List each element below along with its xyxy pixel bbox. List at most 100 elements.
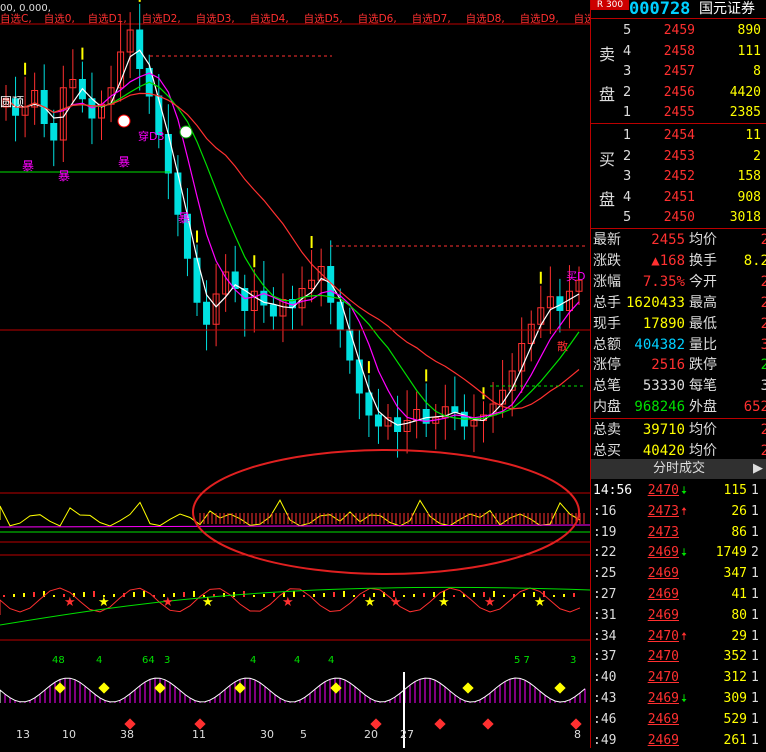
sell-order-volume: 111: [737, 43, 761, 59]
diamond-icon: [482, 718, 494, 730]
stat-row: 总卖 39710 均价 2: [591, 420, 766, 441]
tick-volume: 352: [723, 649, 747, 665]
stat-label: 最高: [689, 294, 717, 311]
stat-label: 涨幅: [593, 273, 621, 290]
stat-row: 最新 2455 均价 2: [591, 230, 766, 251]
candle-body: [136, 29, 144, 69]
stat-value: 3: [760, 378, 766, 395]
divider: [591, 228, 766, 229]
stat-label: 内盘: [593, 399, 621, 416]
axis-label: 10: [62, 728, 76, 741]
smiley-icon: [179, 125, 193, 139]
stat-row: 内盘 968246 外盘 652: [591, 397, 766, 418]
stat-value: 404382: [634, 336, 685, 353]
sell-side-label-1: 卖: [598, 45, 615, 64]
buy-side-label-2: 盘: [598, 190, 615, 209]
stat-value: 3: [760, 336, 766, 353]
tick-row[interactable]: :25 2469 347 1: [591, 563, 766, 584]
buy-order-row[interactable]: 1 2454 11: [623, 126, 766, 146]
star-icon: ★: [534, 595, 546, 610]
diamond-icon: [98, 682, 110, 694]
buy-order-row[interactable]: 4 2451 908: [623, 188, 766, 208]
tick-row[interactable]: :27 2469 41 1: [591, 584, 766, 605]
stat-label: 总卖: [593, 422, 621, 439]
tick-count: 1: [751, 607, 759, 623]
oscillator-line: [0, 499, 581, 527]
tick-price: 2469: [647, 711, 679, 727]
tick-volume: 115: [723, 483, 747, 498]
axis-label: 8: [574, 728, 581, 741]
kline-chart-svg[interactable]: 00, 0.000,自选C, 自选0, 自选D1, 自选D2, 自选D3, 自选D4, 自选…: [0, 0, 757, 748]
sell-order-row[interactable]: 3 2457 8: [623, 62, 766, 82]
expand-arrow-icon[interactable]: ▶: [753, 459, 763, 479]
tick-row[interactable]: :37 2470 352 1: [591, 646, 766, 667]
stat-label: 今开: [689, 273, 717, 290]
buy-order-volume: 11: [745, 128, 761, 143]
quote-panel: R 300 000728 国元证券 卖 盘 5 2459 890 4 2458 111 3 2…: [590, 0, 766, 748]
candle-body: [174, 172, 182, 215]
axis-label: 27: [400, 728, 414, 741]
stat-value: 2: [760, 273, 766, 290]
stat-label: 量比: [689, 336, 717, 353]
tick-price: 2469: [647, 607, 679, 623]
tick-count: 1: [751, 691, 759, 706]
buy-order-row[interactable]: 5 2450 3018: [623, 208, 766, 228]
axis-label: 30: [260, 728, 274, 741]
bar-text: 暴: [118, 155, 130, 169]
sell-order-level: 2: [623, 84, 632, 100]
stat-label: 现手: [593, 315, 621, 332]
tick-count: 1: [751, 670, 759, 686]
divider: [591, 418, 766, 420]
stat-label: 换手: [689, 252, 717, 269]
tick-trades-header[interactable]: 分时成交 ▶: [591, 459, 766, 479]
kline-chart-area[interactable]: 00, 0.000, 自选C, 自选0, 自选D1, 自选D2, 自选D3, 自选D4, 自选…: [0, 0, 757, 748]
sell-order-price: 2459: [663, 23, 695, 38]
indicator-label: 自选D5,: [304, 12, 343, 25]
stat-label: 总手: [593, 294, 621, 311]
buy-side-label-1: 买: [598, 150, 615, 169]
sell-side-label-2: 盘: [598, 85, 615, 104]
tick-direction-icon: 🠅: [681, 504, 688, 518]
stock-name[interactable]: 国元证券: [699, 0, 755, 18]
tick-row[interactable]: :31 2469 80 1: [591, 605, 766, 626]
tick-volume: 41: [731, 587, 747, 602]
sell-order-row[interactable]: 4 2458 111: [623, 42, 766, 62]
tick-price: 2473: [647, 503, 679, 519]
stat-label: 每笔: [689, 378, 717, 395]
indicator-label: 自选D8,: [466, 12, 505, 25]
tick-row[interactable]: :46 2469 529 1: [591, 709, 766, 730]
diamond-icon: [234, 682, 246, 694]
tick-row[interactable]: :43 2469 🠇 309 1: [591, 688, 766, 709]
sell-order-row[interactable]: 2 2456 4420: [623, 83, 766, 103]
stock-code[interactable]: 000728: [629, 0, 690, 18]
stat-row: 涨跌 ▲168 换手 8.2: [591, 251, 766, 272]
star-icon: ★: [364, 595, 376, 610]
tick-price: 2469: [647, 691, 679, 706]
bar-text: 暴: [22, 159, 34, 173]
tick-row[interactable]: :22 2469 🠇 1749 2: [591, 542, 766, 563]
sell-order-volume: 2385: [729, 105, 761, 120]
stat-label: 跌停: [689, 357, 717, 374]
tick-count: 1: [751, 649, 759, 665]
stat-label: 总额: [593, 336, 621, 353]
buy-order-row[interactable]: 2 2453 2: [623, 147, 766, 167]
stat-value: 968246: [634, 399, 685, 416]
candle-body: [451, 406, 459, 413]
tick-row[interactable]: :49 2469 261 1: [591, 730, 766, 751]
stat-row: 总手 1620433 最高 2: [591, 293, 766, 314]
indicator-label: 自选0,: [44, 12, 75, 25]
tick-row[interactable]: :16 2473 🠅 26 1: [591, 501, 766, 522]
sell-order-volume: 8: [753, 64, 761, 79]
sell-order-row[interactable]: 1 2455 2385: [623, 103, 766, 123]
sell-order-row[interactable]: 5 2459 890: [623, 21, 766, 41]
buy-order-row[interactable]: 3 2452 158: [623, 167, 766, 187]
tick-row[interactable]: :19 2473 86 1: [591, 522, 766, 543]
buy-order-book: 买 盘 1 2454 11 2 2453 2 3 2452 158 4 2451 908 5 2450 30…: [591, 124, 766, 228]
stat-label: 均价: [689, 422, 717, 439]
candle-body: [203, 301, 211, 325]
tick-row[interactable]: :40 2470 312 1: [591, 667, 766, 688]
tick-row[interactable]: 14:56 2470 🠇 115 1: [591, 480, 766, 501]
indicator-label: 自选D9,: [520, 12, 559, 25]
tick-row[interactable]: :34 2470 🠅 29 1: [591, 626, 766, 647]
sub-number: 4: [294, 655, 300, 666]
